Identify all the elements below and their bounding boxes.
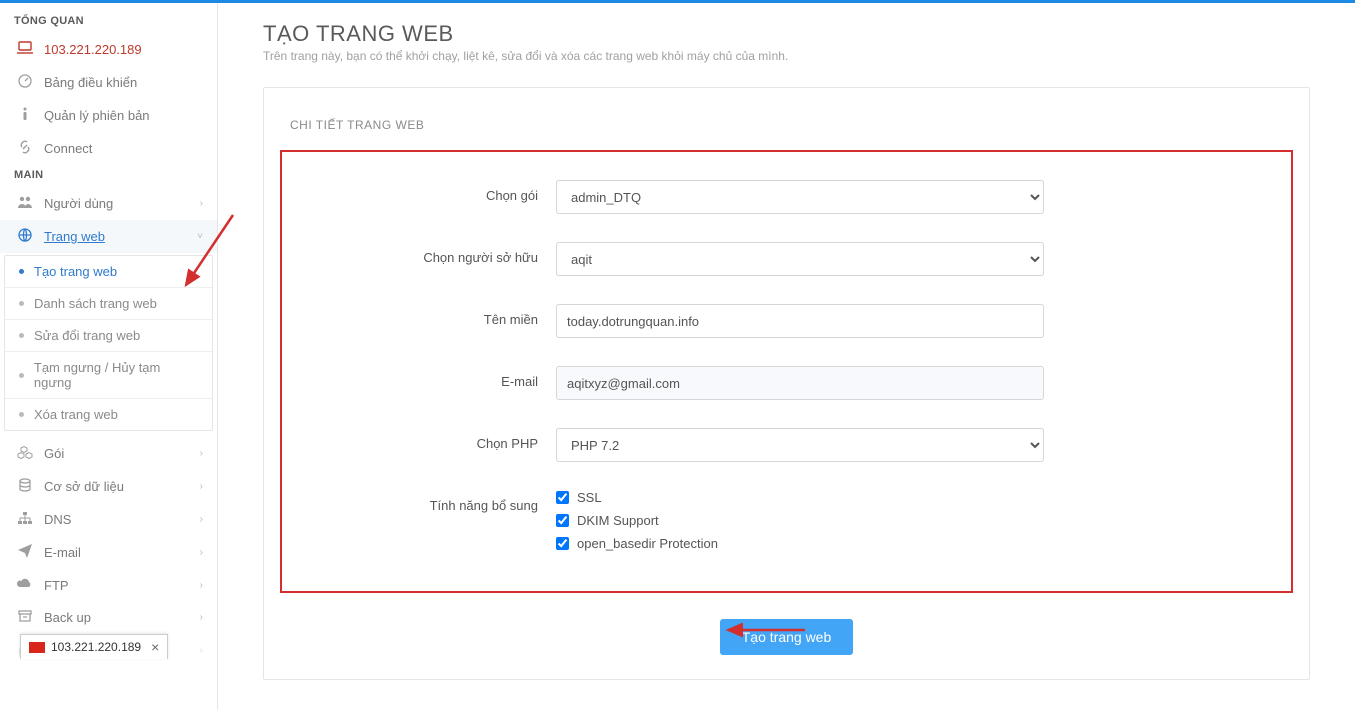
select-package[interactable]: admin_DTQ [556,180,1044,214]
sidebar-connect[interactable]: Connect [0,132,217,165]
chevron-right-icon: › [200,514,203,525]
label-ssl: SSL [577,490,602,505]
bottom-tab-text: 103.221.220.189 [51,640,141,654]
cubes-icon [14,445,36,462]
chevron-right-icon: › [200,645,203,656]
submenu-delete-website[interactable]: Xóa trang web [5,398,212,430]
label-domain: Tên miền [304,304,556,327]
sidebar-backup[interactable]: Back up › [0,601,217,634]
bullet-icon [19,301,24,306]
input-domain[interactable] [556,304,1044,338]
section-main: MAIN [0,165,217,187]
close-icon[interactable]: × [151,639,159,655]
bullet-icon [19,412,24,417]
submenu-create-website[interactable]: Tạo trang web [5,256,212,287]
input-email[interactable] [556,366,1044,400]
label-dkim: DKIM Support [577,513,659,528]
info-icon [14,107,36,124]
panel-heading: CHI TIẾT TRANG WEB [264,118,1309,150]
dashboard-icon [14,74,36,91]
sidebar-database[interactable]: Cơ sở dữ liệu › [0,470,217,503]
submenu-modify-website[interactable]: Sửa đổi trang web [5,319,212,351]
sitemap-icon [14,511,36,528]
chevron-right-icon: › [200,580,203,591]
label-php: Chọn PHP [304,428,556,451]
label-package: Chọn gói [304,180,556,203]
chevron-down-icon: ˅ [197,231,203,242]
sidebar-users[interactable]: Người dùng › [0,187,217,220]
panel-website-details: CHI TIẾT TRANG WEB Chọn gói admin_DTQ Ch… [263,87,1310,680]
checkbox-openbasedir[interactable] [556,537,569,550]
chevron-right-icon: › [200,612,203,623]
archive-icon [14,609,36,626]
bullet-icon [19,269,24,274]
globe-icon [14,228,36,245]
checkbox-dkim[interactable] [556,514,569,527]
server-ip-label: 103.221.220.189 [44,42,203,57]
flag-icon [29,642,45,653]
sidebar-ftp[interactable]: FTP › [0,569,217,601]
page-subtitle: Trên trang này, bạn có thể khởi chạy, li… [263,49,1310,63]
sidebar-versions[interactable]: Quản lý phiên bản [0,99,217,132]
users-icon [14,195,36,212]
submenu-list-websites[interactable]: Danh sách trang web [5,287,212,319]
select-php[interactable]: PHP 7.2 [556,428,1044,462]
label-email: E-mail [304,366,556,389]
sidebar-dashboard[interactable]: Bảng điều khiển [0,66,217,99]
bullet-icon [19,373,24,378]
submenu-suspend-website[interactable]: Tạm ngưng / Hủy tạm ngưng [5,351,212,398]
chevron-right-icon: › [200,198,203,209]
chevron-right-icon: › [200,481,203,492]
sidebar-websites[interactable]: Trang web ˅ [0,220,217,253]
bullet-icon [19,333,24,338]
sidebar-server[interactable]: 103.221.220.189 [0,33,217,66]
label-owner: Chọn người sở hữu [304,242,556,265]
select-owner[interactable]: aqit [556,242,1044,276]
link-icon [14,140,36,157]
section-overview: TỔNG QUAN [0,11,217,33]
sidebar-email[interactable]: E-mail › [0,536,217,569]
sidebar: TỔNG QUAN 103.221.220.189 Bảng điều khiể… [0,3,218,710]
laptop-icon [14,41,36,58]
bottom-connection-tab[interactable]: 103.221.220.189 × [20,634,168,659]
checkbox-ssl[interactable] [556,491,569,504]
label-addon: Tính năng bổ sung [304,490,556,513]
cloud-icon [14,577,36,593]
paper-plane-icon [14,544,36,561]
chevron-right-icon: › [200,547,203,558]
chevron-right-icon: › [200,448,203,459]
sidebar-websites-submenu: Tạo trang web Danh sách trang web Sửa đổ… [4,255,213,431]
database-icon [14,478,36,495]
page-title: TẠO TRANG WEB [263,21,1310,47]
create-website-button[interactable]: Tạo trang web [720,619,854,655]
highlight-box: Chọn gói admin_DTQ Chọn người sở hữu aqi… [280,150,1293,593]
sidebar-dns[interactable]: DNS › [0,503,217,536]
sidebar-packages[interactable]: Gói › [0,437,217,470]
label-openbasedir: open_basedir Protection [577,536,718,551]
main-content: TẠO TRANG WEB Trên trang này, bạn có thể… [218,3,1355,710]
